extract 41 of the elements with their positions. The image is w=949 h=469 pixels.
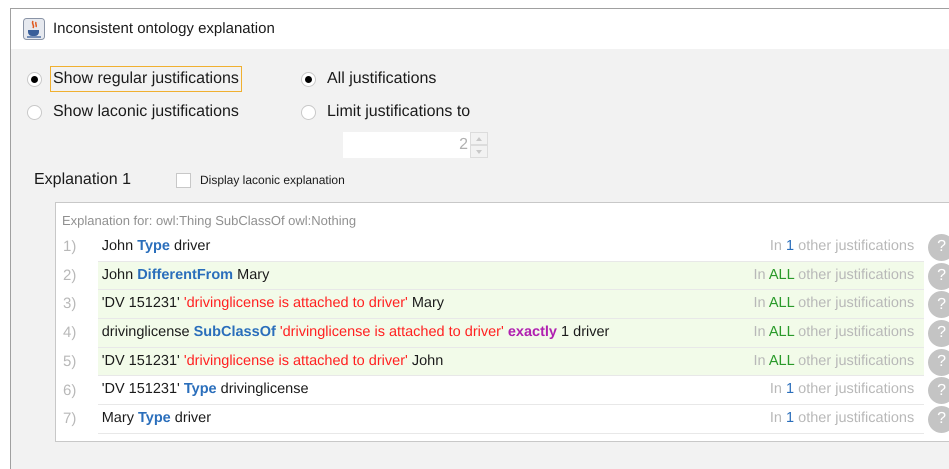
axiom-text: 'DV 151231' 'drivinglicense is attached to driver' Mary xyxy=(102,294,444,314)
radio-label[interactable]: Limit justifications to xyxy=(324,99,474,125)
row-number: 2) xyxy=(62,266,78,286)
radio-label[interactable]: Show laconic justifications xyxy=(50,99,242,125)
usage-text: In 1 other justifications xyxy=(770,236,914,256)
usage-text: In 1 other justifications xyxy=(770,409,914,428)
checkbox-label[interactable]: Display laconic explanation xyxy=(200,171,345,189)
radio-button[interactable] xyxy=(27,72,42,86)
row-number: 3) xyxy=(62,294,78,314)
justification-row[interactable]: 'DV 151231' 'drivinglicense is attached to driver' Mary In ALL other justifications xyxy=(98,290,924,320)
radio-label[interactable]: All justifications xyxy=(324,66,440,92)
usage-text: In ALL other justifications xyxy=(754,294,914,314)
row-number: 4) xyxy=(62,323,78,344)
usage-text: In ALL other justifications xyxy=(754,266,914,285)
justification-row[interactable]: 'DV 151231' 'drivinglicense is attached to driver' John In ALL other justifications xyxy=(98,348,924,376)
radio-button[interactable] xyxy=(27,104,42,120)
usage-text: In 1 other justifications xyxy=(770,380,914,400)
radio-button[interactable] xyxy=(301,104,316,120)
row-number: 5) xyxy=(62,352,78,372)
axiom-text: 'DV 151231' Type drivinglicense xyxy=(102,380,309,400)
up-arrow-icon xyxy=(476,136,482,140)
java-cup-icon xyxy=(23,18,45,40)
down-arrow-icon xyxy=(476,150,482,154)
justification-row[interactable]: John DifferentFrom Mary In ALL other justifications xyxy=(98,262,924,290)
explanation-title: Explanation 1 xyxy=(34,170,132,190)
justification-row[interactable]: drivinglicense SubClassOf 'drivinglicense is attached to driver' exactly 1 driver In ALL other justifications xyxy=(98,319,924,348)
row-number: 7) xyxy=(62,409,78,430)
row-number: 6) xyxy=(62,380,78,401)
laconic-checkbox[interactable] xyxy=(176,172,191,188)
axiom-text: John DifferentFrom Mary xyxy=(102,266,270,285)
axiom-text: Mary Type driver xyxy=(102,409,212,428)
radio-button[interactable] xyxy=(301,72,316,86)
usage-text: In ALL other justifications xyxy=(754,352,914,371)
radio-label[interactable]: Show regular justifications xyxy=(50,66,242,92)
axiom-text: drivinglicense SubClassOf 'drivinglicense is attached to driver' exactly 1 driver xyxy=(102,323,610,342)
axiom-text: John Type driver xyxy=(102,236,210,256)
usage-text: In ALL other justifications xyxy=(754,323,914,342)
row-number: 1) xyxy=(62,237,78,258)
explanation-header: Explanation for: owl:Thing SubClassOf owl:Nothing xyxy=(61,212,358,230)
axiom-text: 'DV 151231' 'drivinglicense is attached to driver' John xyxy=(102,352,444,371)
window-title: Inconsistent ontology explanation xyxy=(53,18,275,39)
